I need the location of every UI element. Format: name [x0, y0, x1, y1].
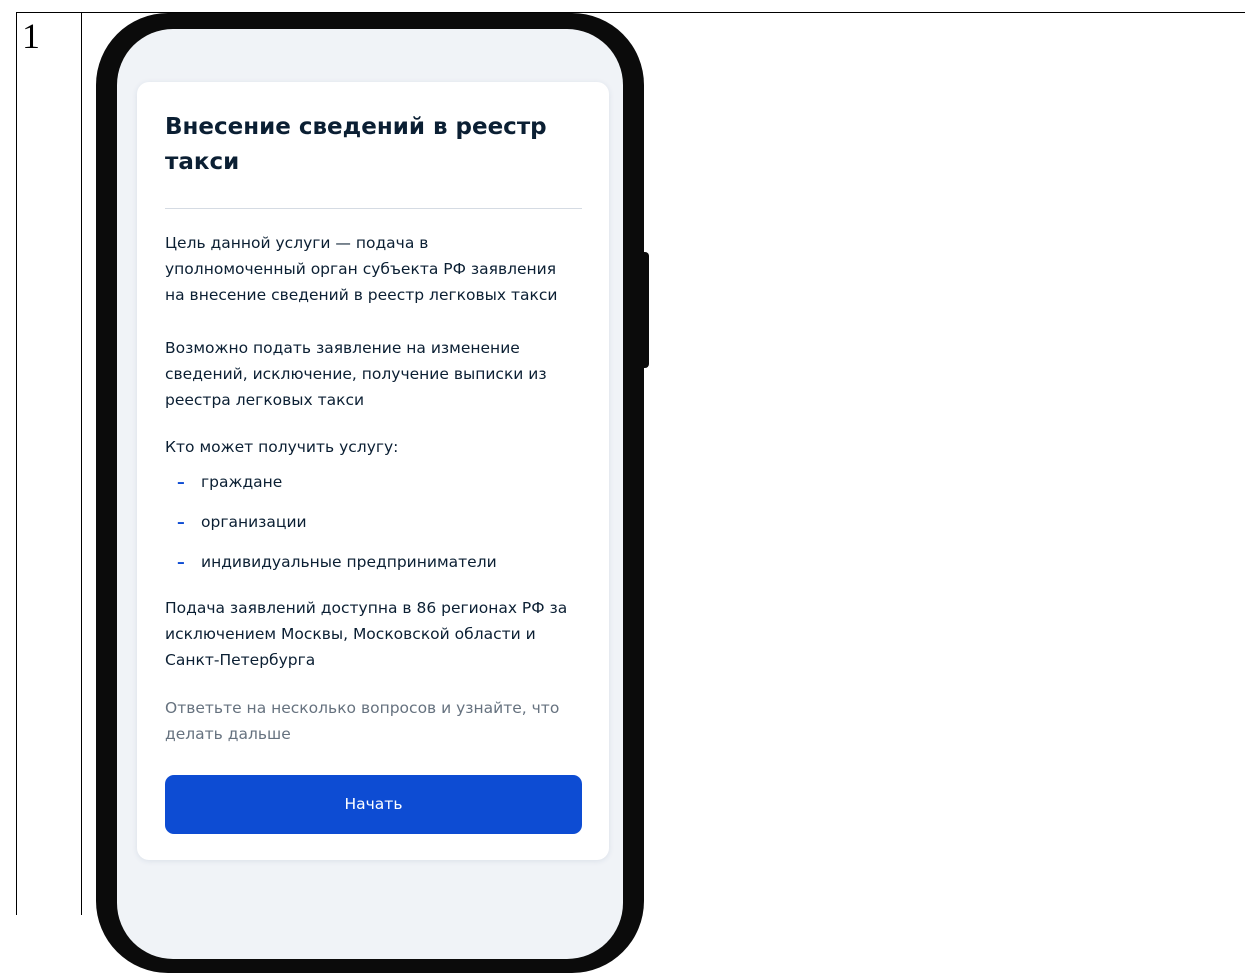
- table-column-divider: [81, 12, 82, 915]
- list-item-label: индивидуальные предприниматели: [201, 553, 497, 571]
- list-item: – организации: [177, 509, 307, 535]
- list-item-label: организации: [201, 513, 307, 531]
- bullet-dash-icon: –: [177, 473, 185, 491]
- page-title: Внесение сведений в реестр такси: [165, 114, 547, 175]
- hint-text: Ответьте на несколько вопросов и узнайте…: [165, 699, 560, 743]
- list-item: – индивидуальные предприниматели: [177, 549, 497, 575]
- list-item-label: граждане: [201, 473, 283, 491]
- service-goal-text: Цель данной услуги — подача в уполномоче…: [165, 234, 558, 304]
- start-button[interactable]: Начать: [165, 775, 582, 834]
- title-divider: [165, 208, 582, 209]
- bullet-dash-icon: –: [177, 513, 185, 531]
- list-item: – граждане: [177, 469, 282, 495]
- phone-screen: Внесение сведений в реестр такси Цель да…: [117, 29, 623, 959]
- service-card: Внесение сведений в реестр такси Цель да…: [137, 82, 609, 860]
- eligibility-heading: Кто может получить услугу:: [165, 438, 399, 456]
- phone-side-button: [640, 252, 649, 368]
- service-options-text: Возможно подать заявление на изменение с…: [165, 339, 547, 409]
- bullet-dash-icon: –: [177, 553, 185, 571]
- row-number: 1: [22, 16, 40, 56]
- region-note-text: Подача заявлений доступна в 86 регионах …: [165, 599, 568, 669]
